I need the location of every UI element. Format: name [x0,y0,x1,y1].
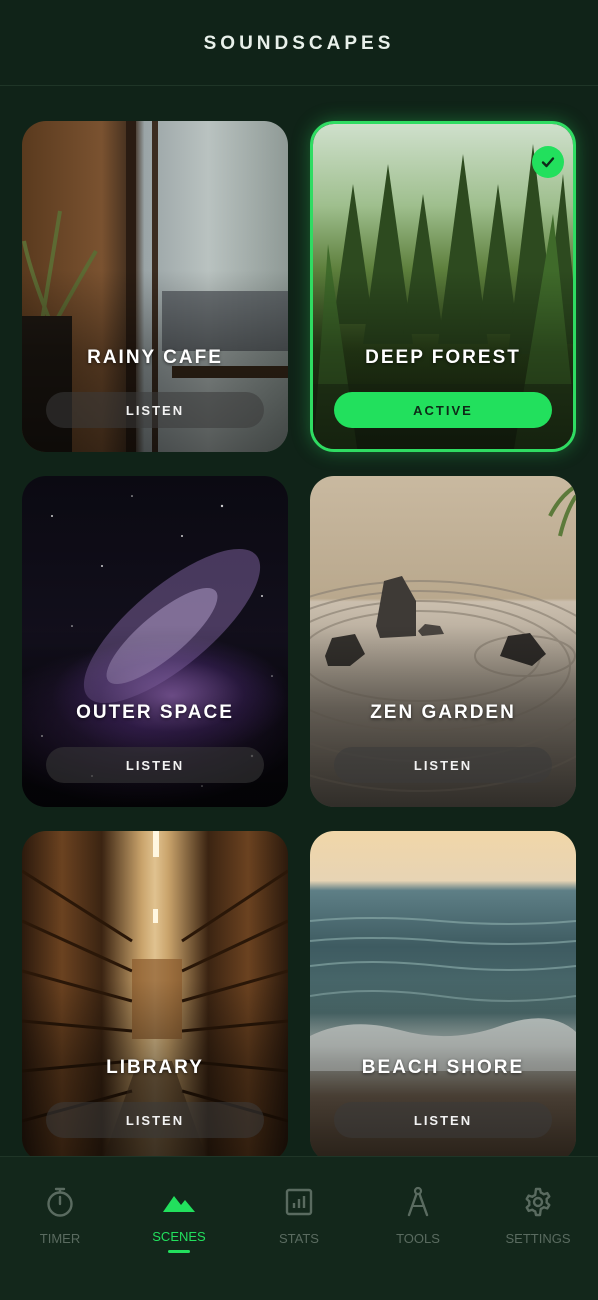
listen-button[interactable]: LISTEN [46,1102,264,1138]
listen-button[interactable]: LISTEN [334,1102,552,1138]
listen-button[interactable]: LISTEN [46,392,264,428]
tab-settings[interactable]: SETTINGS [488,1185,588,1265]
tab-scenes[interactable]: SCENES [129,1185,229,1265]
tab-label: SCENES [152,1229,206,1244]
scene-title: OUTER SPACE [76,702,234,723]
tab-stats[interactable]: STATS [249,1185,349,1265]
scene-title: BEACH SHORE [361,1057,525,1078]
tab-label: SETTINGS [505,1231,571,1246]
scene-card-rainy-cafe[interactable]: RAINY CAFE LISTEN [22,121,288,452]
tab-tools[interactable]: TOOLS [368,1185,468,1265]
scene-card-library[interactable]: LIBRARY LISTEN [22,831,288,1162]
tab-timer[interactable]: TIMER [10,1185,110,1265]
listen-button[interactable]: LISTEN [46,747,264,783]
bottom-tab-bar: TIMER SCENES STATS TOOLS SETTINGS [0,1156,598,1300]
header: SOUNDSCAPES [0,0,598,86]
check-icon [532,146,564,178]
listen-button[interactable]: LISTEN [334,747,552,783]
page-title: SOUNDSCAPES [203,32,395,54]
tab-label: TOOLS [396,1231,440,1246]
scene-title: RAINY CAFE [87,347,223,368]
tab-label: TIMER [39,1231,81,1246]
active-button[interactable]: ACTIVE [334,392,552,428]
scene-title: LIBRARY [106,1057,204,1078]
tab-label: STATS [279,1231,319,1246]
scene-card-deep-forest[interactable]: DEEP FOREST ACTIVE [310,121,576,452]
scene-card-zen-garden[interactable]: ZEN GARDEN LISTEN [310,476,576,807]
scene-card-beach-shore[interactable]: BEACH SHORE LISTEN [310,831,576,1162]
scene-card-outer-space[interactable]: OUTER SPACE LISTEN [22,476,288,807]
compass-tool-icon [368,1185,468,1219]
gear-icon [488,1185,588,1219]
mountains-icon [129,1185,229,1219]
app-root: SOUNDSCAPES RAINY CAFE LISTEN DEEP FORES… [0,0,598,1300]
stopwatch-icon [10,1185,110,1219]
scene-title: DEEP FOREST [365,347,521,368]
scene-title: ZEN GARDEN [370,702,516,723]
bar-chart-icon [249,1185,349,1219]
active-tab-indicator [168,1250,190,1253]
